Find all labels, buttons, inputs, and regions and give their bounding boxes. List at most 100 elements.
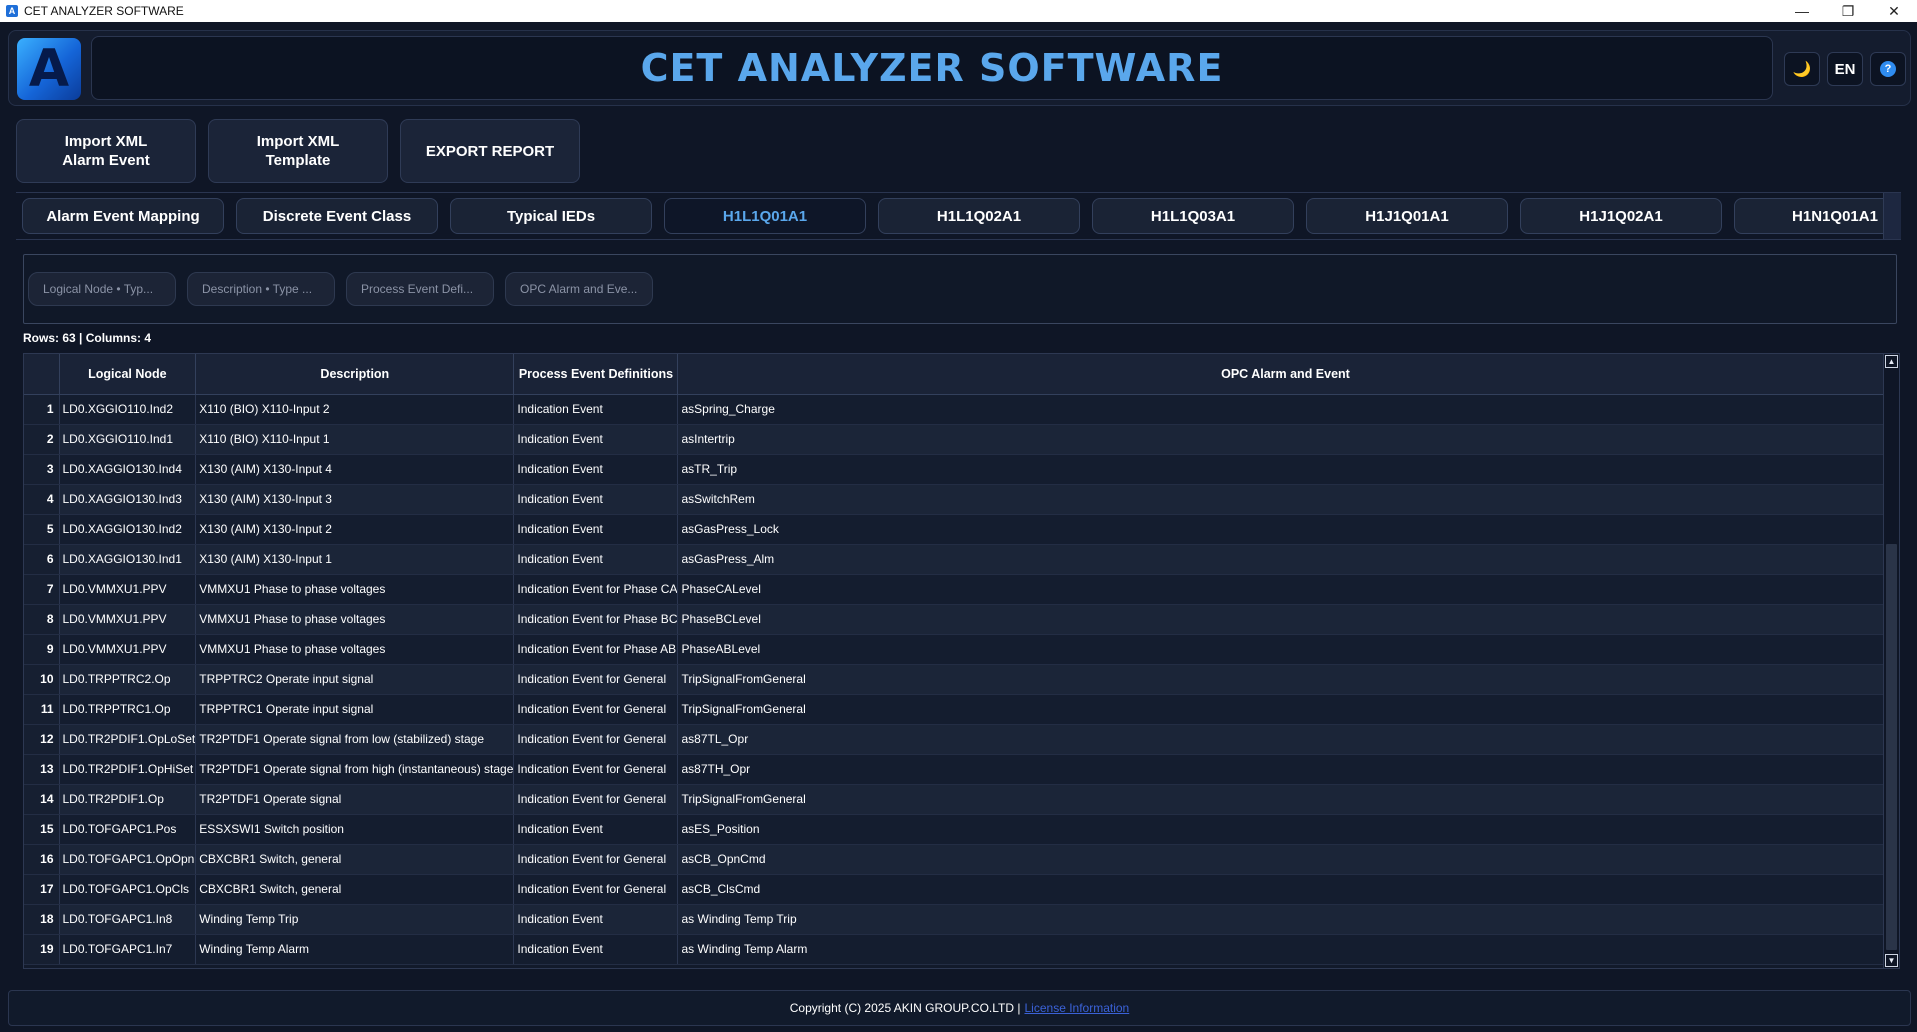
table-row[interactable]: 16 LD0.TOFGAPC1.OpOpn CBXCBR1 Switch, gene…: [24, 844, 1894, 875]
opc-alarm-cell[interactable]: PhaseBCLevel: [677, 604, 1894, 635]
table-row[interactable]: 8 LD0.VMMXU1.PPV VMMXU1 Phase to phase vol…: [24, 604, 1894, 635]
description-cell[interactable]: TR2PTDF1 Operate signal from low (stabil…: [195, 724, 515, 755]
description-cell[interactable]: VMMXU1 Phase to phase voltages: [195, 634, 515, 665]
filter-process-event-input[interactable]: Process Event Defi...: [346, 272, 494, 306]
opc-alarm-cell[interactable]: asES_Position: [677, 814, 1894, 845]
export-report-button[interactable]: EXPORT REPORT: [400, 119, 580, 183]
scroll-up-arrow-icon[interactable]: ▲: [1885, 355, 1898, 368]
logical-node-cell[interactable]: LD0.XGGIO110.Ind2: [59, 394, 197, 425]
row-index-cell[interactable]: 9: [24, 634, 60, 665]
column-header-logical-node[interactable]: Logical Node: [59, 354, 197, 395]
process-event-cell[interactable]: Indication Event: [513, 934, 679, 965]
filter-description-input[interactable]: Description • Type ...: [187, 272, 335, 306]
close-button[interactable]: ✕: [1871, 0, 1917, 22]
row-index-cell[interactable]: 10: [24, 664, 60, 695]
help-button[interactable]: ?: [1870, 52, 1906, 86]
filter-logical-node-input[interactable]: Logical Node • Typ...: [28, 272, 176, 306]
row-index-cell[interactable]: 19: [24, 934, 60, 965]
tab-h1l1q01a1[interactable]: H1L1Q01A1: [664, 198, 866, 234]
table-row[interactable]: 10 LD0.TRPPTRC2.Op TRPPTRC2 Operate input …: [24, 664, 1894, 695]
language-button[interactable]: EN: [1827, 52, 1863, 86]
license-information-link[interactable]: License Information: [1025, 1001, 1130, 1015]
logical-node-cell[interactable]: LD0.VMMXU1.PPV: [59, 634, 197, 665]
logical-node-cell[interactable]: LD0.XAGGIO130.Ind2: [59, 514, 197, 545]
process-event-cell[interactable]: Indication Event: [513, 424, 679, 455]
logical-node-cell[interactable]: LD0.TR2PDIF1.OpLoSet: [59, 724, 197, 755]
description-cell[interactable]: CBXCBR1 Switch, general: [195, 874, 515, 905]
row-index-cell[interactable]: 5: [24, 514, 60, 545]
tab-h1j1q01a1[interactable]: H1J1Q01A1: [1306, 198, 1508, 234]
opc-alarm-cell[interactable]: asSpring_Charge: [677, 394, 1894, 425]
table-row[interactable]: 3 LD0.XAGGIO130.Ind4 X130 (AIM) X130-Input…: [24, 454, 1894, 485]
minimize-button[interactable]: —: [1779, 0, 1825, 22]
restore-button[interactable]: ❐: [1825, 0, 1871, 22]
logical-node-cell[interactable]: LD0.XAGGIO130.Ind1: [59, 544, 197, 575]
column-header-opc-alarm[interactable]: OPC Alarm and Event: [677, 354, 1894, 395]
theme-toggle-button[interactable]: 🌙: [1784, 52, 1820, 86]
row-index-cell[interactable]: 2: [24, 424, 60, 455]
row-index-cell[interactable]: 3: [24, 454, 60, 485]
process-event-cell[interactable]: Indication Event for General: [513, 754, 679, 785]
process-event-cell[interactable]: Indication Event for Phase CA: [513, 574, 679, 605]
table-row[interactable]: 12 LD0.TR2PDIF1.OpLoSet TR2PTDF1 Operate s…: [24, 724, 1894, 755]
description-cell[interactable]: VMMXU1 Phase to phase voltages: [195, 574, 515, 605]
tab-discrete-event-class[interactable]: Discrete Event Class: [236, 198, 438, 234]
opc-alarm-cell[interactable]: TripSignalFromGeneral: [677, 694, 1894, 725]
description-cell[interactable]: X110 (BIO) X110-Input 2: [195, 394, 515, 425]
scroll-down-arrow-icon[interactable]: ▼: [1885, 954, 1898, 967]
table-row[interactable]: 5 LD0.XAGGIO130.Ind2 X130 (AIM) X130-Input…: [24, 514, 1894, 545]
process-event-cell[interactable]: Indication Event for General: [513, 664, 679, 695]
process-event-cell[interactable]: Indication Event for General: [513, 784, 679, 815]
row-index-cell[interactable]: 7: [24, 574, 60, 605]
table-row[interactable]: 17 LD0.TOFGAPC1.OpCls CBXCBR1 Switch, gene…: [24, 874, 1894, 905]
filter-opc-alarm-input[interactable]: OPC Alarm and Eve...: [505, 272, 653, 306]
logical-node-cell[interactable]: LD0.XAGGIO130.Ind3: [59, 484, 197, 515]
row-index-cell[interactable]: 11: [24, 694, 60, 725]
description-cell[interactable]: X110 (BIO) X110-Input 1: [195, 424, 515, 455]
logical-node-cell[interactable]: LD0.TRPPTRC2.Op: [59, 664, 197, 695]
logical-node-cell[interactable]: LD0.TOFGAPC1.OpCls: [59, 874, 197, 905]
process-event-cell[interactable]: Indication Event for Phase BC: [513, 604, 679, 635]
row-index-cell[interactable]: 1: [24, 394, 60, 425]
row-index-cell[interactable]: 14: [24, 784, 60, 815]
table-row[interactable]: 6 LD0.XAGGIO130.Ind1 X130 (AIM) X130-Input…: [24, 544, 1894, 575]
process-event-cell[interactable]: Indication Event: [513, 904, 679, 935]
opc-alarm-cell[interactable]: asIntertrip: [677, 424, 1894, 455]
table-row[interactable]: 13 LD0.TR2PDIF1.OpHiSet TR2PTDF1 Operate s…: [24, 754, 1894, 785]
row-index-cell[interactable]: 4: [24, 484, 60, 515]
logical-node-cell[interactable]: LD0.XGGIO110.Ind1: [59, 424, 197, 455]
description-cell[interactable]: X130 (AIM) X130-Input 3: [195, 484, 515, 515]
description-cell[interactable]: X130 (AIM) X130-Input 1: [195, 544, 515, 575]
process-event-cell[interactable]: Indication Event for Phase AB: [513, 634, 679, 665]
logical-node-cell[interactable]: LD0.TR2PDIF1.Op: [59, 784, 197, 815]
table-row[interactable]: 9 LD0.VMMXU1.PPV VMMXU1 Phase to phase vol…: [24, 634, 1894, 665]
description-cell[interactable]: TR2PTDF1 Operate signal from high (insta…: [195, 754, 515, 785]
opc-alarm-cell[interactable]: as Winding Temp Trip: [677, 904, 1894, 935]
opc-alarm-cell[interactable]: asTR_Trip: [677, 454, 1894, 485]
logical-node-cell[interactable]: LD0.TOFGAPC1.Pos: [59, 814, 197, 845]
process-event-cell[interactable]: Indication Event: [513, 814, 679, 845]
description-cell[interactable]: CBXCBR1 Switch, general: [195, 844, 515, 875]
process-event-cell[interactable]: Indication Event: [513, 454, 679, 485]
opc-alarm-cell[interactable]: asCB_ClsCmd: [677, 874, 1894, 905]
opc-alarm-cell[interactable]: asGasPress_Alm: [677, 544, 1894, 575]
process-event-cell[interactable]: Indication Event for General: [513, 844, 679, 875]
column-header-description[interactable]: Description: [195, 354, 515, 395]
row-index-cell[interactable]: 17: [24, 874, 60, 905]
process-event-cell[interactable]: Indication Event for General: [513, 874, 679, 905]
description-cell[interactable]: VMMXU1 Phase to phase voltages: [195, 604, 515, 635]
process-event-cell[interactable]: Indication Event: [513, 514, 679, 545]
description-cell[interactable]: TRPPTRC1 Operate input signal: [195, 694, 515, 725]
row-index-cell[interactable]: 6: [24, 544, 60, 575]
table-row[interactable]: 19 LD0.TOFGAPC1.In7 Winding Temp Alarm Indi…: [24, 934, 1894, 965]
opc-alarm-cell[interactable]: as87TH_Opr: [677, 754, 1894, 785]
logical-node-cell[interactable]: LD0.TRPPTRC1.Op: [59, 694, 197, 725]
logical-node-cell[interactable]: LD0.TOFGAPC1.In8: [59, 904, 197, 935]
logical-node-cell[interactable]: LD0.TR2PDIF1.OpHiSet: [59, 754, 197, 785]
import-xml-alarm-event-button[interactable]: Import XML Alarm Event: [16, 119, 196, 183]
logical-node-cell[interactable]: LD0.TOFGAPC1.OpOpn: [59, 844, 197, 875]
tab-alarm-event-mapping[interactable]: Alarm Event Mapping: [22, 198, 224, 234]
table-row[interactable]: 4 LD0.XAGGIO130.Ind3 X130 (AIM) X130-Input…: [24, 484, 1894, 515]
process-event-cell[interactable]: Indication Event for General: [513, 724, 679, 755]
opc-alarm-cell[interactable]: asCB_OpnCmd: [677, 844, 1894, 875]
